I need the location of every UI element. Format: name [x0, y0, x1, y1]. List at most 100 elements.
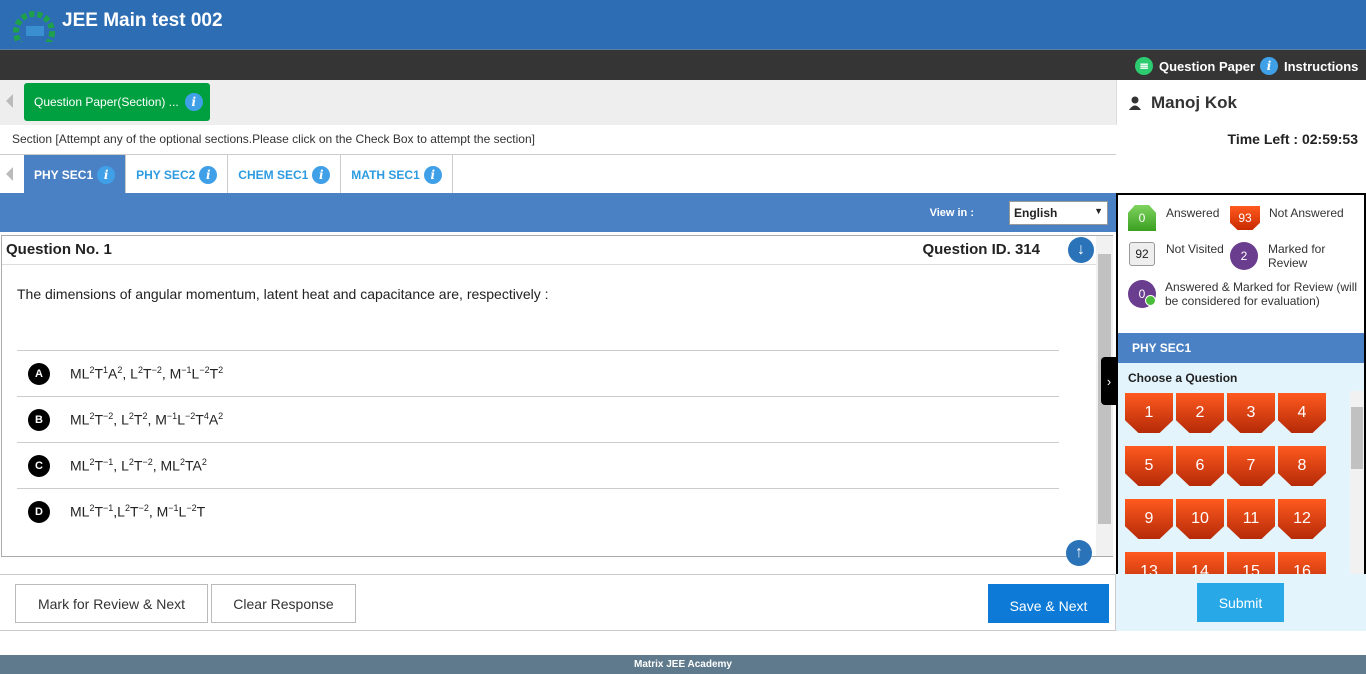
- exponent: −2: [184, 411, 196, 422]
- answered-label: Answered: [1166, 206, 1220, 220]
- user-icon: [1129, 96, 1141, 110]
- language-select[interactable]: English ▼: [1009, 201, 1108, 225]
- option-segment: , M: [161, 365, 182, 382]
- clear-response-button[interactable]: Clear Response: [211, 584, 356, 623]
- view-in-label: View in :: [929, 207, 974, 219]
- answered-marked-label: Answered & Marked for Review (will be co…: [1165, 280, 1358, 308]
- not-answered-badge: 93: [1230, 206, 1260, 230]
- option-segment: , ML: [152, 457, 180, 474]
- scrollbar-thumb[interactable]: [1351, 407, 1363, 469]
- info-icon: i: [1260, 57, 1278, 75]
- question-button-1[interactable]: 1: [1125, 393, 1173, 433]
- question-button-7[interactable]: 7: [1227, 446, 1275, 486]
- question-button-14[interactable]: 14: [1176, 552, 1224, 574]
- exponent: 2: [201, 457, 207, 468]
- collapse-panel-toggle[interactable]: ›: [1101, 357, 1117, 405]
- info-icon[interactable]: i: [199, 165, 218, 184]
- option-segment: A: [208, 411, 219, 428]
- question-button-13[interactable]: 13: [1125, 552, 1173, 574]
- question-paper-link[interactable]: ≡ Question Paper: [1135, 57, 1255, 75]
- question-button-16[interactable]: 16: [1278, 552, 1326, 574]
- tab-math-sec1[interactable]: MATH SEC1 i: [341, 155, 453, 194]
- exponent: −2: [142, 457, 153, 468]
- question-button-9[interactable]: 9: [1125, 499, 1173, 539]
- question-number: Question No. 1: [6, 241, 112, 258]
- time-left-label: Time Left :: [1227, 131, 1299, 147]
- tabs-scroll-left[interactable]: [0, 155, 24, 193]
- view-bar: View in : English ▼: [0, 193, 1116, 232]
- question-button-3[interactable]: 3: [1227, 393, 1275, 433]
- option-segment: T: [94, 503, 104, 520]
- question-button-5[interactable]: 5: [1125, 446, 1173, 486]
- question-button-12[interactable]: 12: [1278, 499, 1326, 539]
- scroll-left-icon[interactable]: [6, 94, 13, 108]
- option-segment: T: [130, 503, 139, 520]
- tick-icon: [1145, 295, 1156, 306]
- question-text: The dimensions of angular momentum, late…: [17, 286, 549, 302]
- tab-phy-sec2[interactable]: PHY SEC2 i: [126, 155, 229, 194]
- info-icon[interactable]: i: [312, 165, 331, 184]
- tab-label: MATH SEC1: [351, 167, 420, 182]
- app-header: JEE Main test 002: [0, 0, 1366, 49]
- option-b[interactable]: B ML2T−2, L2T2, M−1L−2T4A2: [17, 396, 1059, 442]
- question-paper-section-button[interactable]: Question Paper(Section) ... i: [24, 83, 210, 121]
- footer: Matrix JEE Academy: [0, 655, 1366, 674]
- tab-label: PHY SEC1: [34, 167, 94, 182]
- question-button-8[interactable]: 8: [1278, 446, 1326, 486]
- question-button-10[interactable]: 10: [1176, 499, 1224, 539]
- option-text: ML2T−1,L2T−2, M−1L−2T: [70, 503, 205, 520]
- option-d[interactable]: D ML2T−1,L2T−2, M−1L−2T: [17, 488, 1059, 534]
- action-bar: Mark for Review & Next Clear Response Sa…: [0, 574, 1116, 631]
- option-segment: T: [209, 365, 219, 382]
- instructions-link[interactable]: i Instructions: [1260, 57, 1358, 75]
- tab-phy-sec1[interactable]: PHY SEC1 i: [24, 155, 127, 194]
- marked-label: Marked for Review: [1268, 242, 1326, 270]
- option-segment: TA: [184, 457, 202, 474]
- question-button-2[interactable]: 2: [1176, 393, 1224, 433]
- logo-gear-icon: [13, 11, 55, 42]
- info-icon[interactable]: i: [423, 165, 442, 184]
- option-segment: L: [177, 411, 185, 428]
- tab-chem-sec1[interactable]: CHEM SEC1 i: [228, 155, 342, 194]
- info-icon[interactable]: i: [184, 93, 203, 111]
- scroll-down-icon[interactable]: ↓: [1068, 237, 1094, 263]
- exponent: −2: [186, 503, 197, 514]
- dropdown-arrow-icon: ▼: [1094, 206, 1103, 216]
- test-title: JEE Main test 002: [62, 10, 223, 31]
- exponent: −2: [199, 365, 210, 376]
- marked-badge: 2: [1230, 242, 1258, 270]
- option-segment: ,L: [113, 503, 125, 520]
- option-text: ML2T1A2, L2T−2, M−1L−2T2: [70, 365, 223, 382]
- option-a[interactable]: A ML2T1A2, L2T−2, M−1L−2T2: [17, 350, 1059, 396]
- option-letter: D: [28, 500, 50, 523]
- palette-scrollbar[interactable]: [1350, 391, 1364, 574]
- question-button-15[interactable]: 15: [1227, 552, 1275, 574]
- question-button-4[interactable]: 4: [1278, 393, 1326, 433]
- option-segment: ML: [70, 365, 90, 382]
- save-next-button[interactable]: Save & Next: [988, 584, 1109, 623]
- answered-badge: 0: [1128, 205, 1156, 231]
- option-c[interactable]: C ML2T−1, L2T−2, ML2TA2: [17, 442, 1059, 488]
- question-button-6[interactable]: 6: [1176, 446, 1224, 486]
- option-segment: ML: [70, 411, 90, 428]
- language-value: English: [1014, 206, 1058, 220]
- question-button-11[interactable]: 11: [1227, 499, 1275, 539]
- submit-button[interactable]: Submit: [1197, 583, 1284, 622]
- mark-review-next-button[interactable]: Mark for Review & Next: [15, 584, 208, 623]
- option-segment: , M: [147, 411, 167, 428]
- not-visited-badge: 92: [1129, 242, 1155, 266]
- status-panel: 0 Answered 93 Not Answered 92 Not Visite…: [1116, 193, 1366, 574]
- info-icon[interactable]: i: [97, 165, 116, 184]
- scroll-up-icon[interactable]: ↑: [1066, 540, 1092, 566]
- not-visited-label: Not Visited: [1166, 242, 1224, 256]
- option-segment: , L: [113, 411, 129, 428]
- document-icon: ≡: [1135, 57, 1153, 75]
- time-left-value: 02:59:53: [1301, 131, 1358, 147]
- question-grid: 1 2 3 4 5 6 7 8 9 10 11 12 13 14 15 16: [1125, 393, 1335, 574]
- exponent: −1: [168, 503, 179, 514]
- top-toolbar: ≡ Question Paper i Instructions: [0, 49, 1366, 80]
- option-segment: , L: [122, 365, 138, 382]
- option-text: ML2T−2, L2T2, M−1L−2T4A2: [70, 411, 223, 428]
- option-letter: A: [28, 362, 50, 385]
- option-text: ML2T−1, L2T−2, ML2TA2: [70, 457, 207, 474]
